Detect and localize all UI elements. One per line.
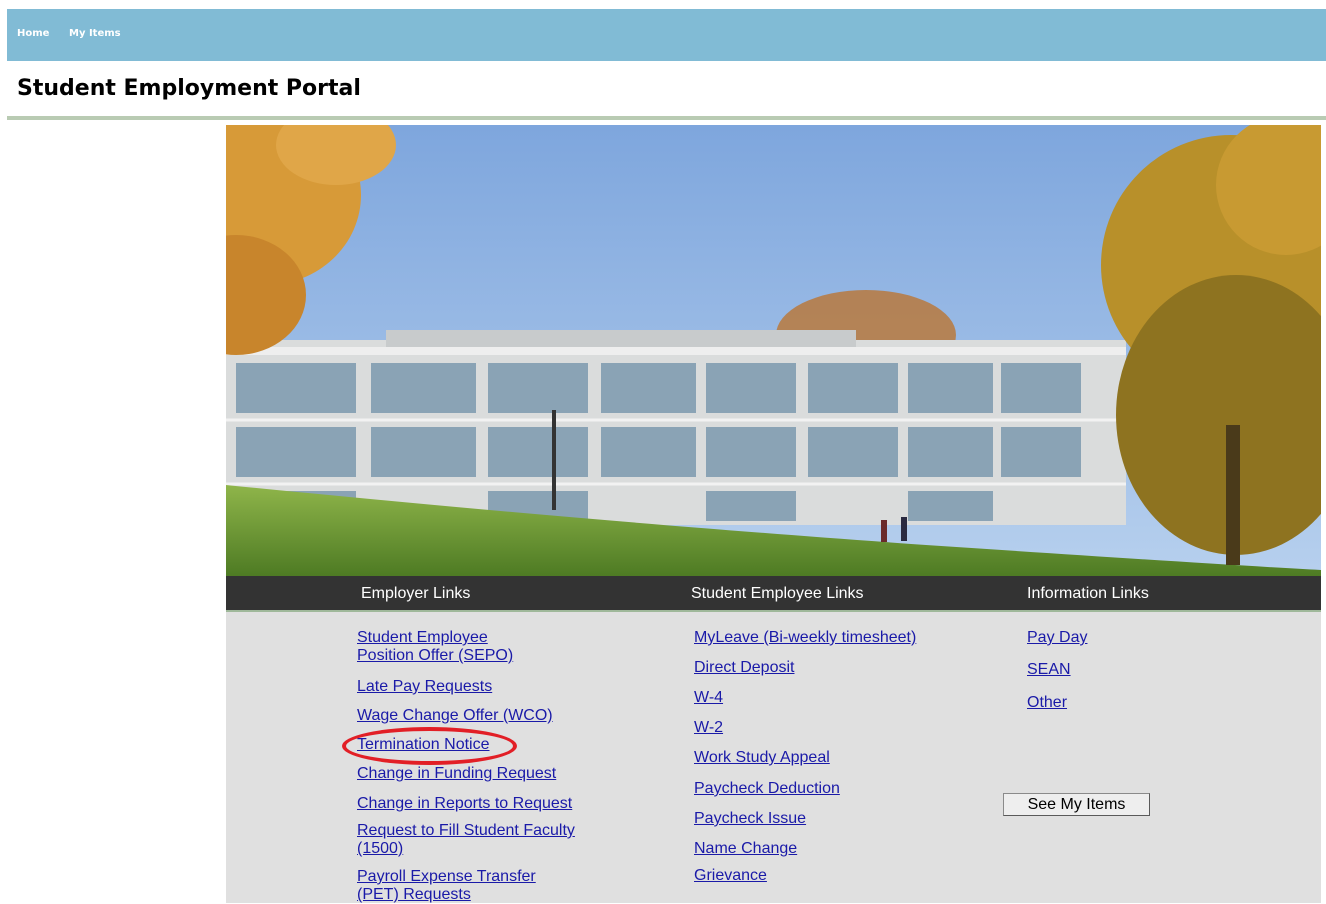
- late-pay-requests-link[interactable]: Late Pay Requests: [357, 678, 492, 696]
- myleave-timesheet-link[interactable]: MyLeave (Bi-weekly timesheet): [694, 629, 916, 647]
- employer-links-heading: Employer Links: [361, 585, 471, 602]
- other-link[interactable]: Other: [1027, 694, 1067, 712]
- w4-link[interactable]: W-4: [694, 689, 723, 707]
- nav-home-link[interactable]: Home: [17, 28, 49, 39]
- wage-change-offer-link[interactable]: Wage Change Offer (WCO): [357, 707, 553, 725]
- work-study-appeal-link[interactable]: Work Study Appeal: [694, 749, 830, 767]
- page-title: Student Employment Portal: [17, 76, 361, 101]
- sean-link[interactable]: SEAN: [1027, 661, 1071, 679]
- change-in-reports-to-request-link[interactable]: Change in Reports to Request: [357, 795, 572, 813]
- request-to-fill-student-faculty-link[interactable]: Request to Fill Student Faculty (1500): [357, 822, 575, 858]
- see-my-items-button[interactable]: See My Items: [1003, 793, 1150, 816]
- grievance-link[interactable]: Grievance: [694, 867, 767, 885]
- nav-my-items-link[interactable]: My Items: [69, 28, 121, 39]
- paycheck-deduction-link[interactable]: Paycheck Deduction: [694, 780, 840, 798]
- links-panel: Student Employee Position Offer (SEPO) La…: [226, 612, 1321, 903]
- title-divider: [7, 116, 1326, 120]
- student-employee-links-heading: Student Employee Links: [691, 585, 864, 602]
- name-change-link[interactable]: Name Change: [694, 840, 797, 858]
- change-in-funding-request-link[interactable]: Change in Funding Request: [357, 765, 556, 783]
- direct-deposit-link[interactable]: Direct Deposit: [694, 659, 794, 677]
- links-header-bar: Employer Links Student Employee Links In…: [226, 576, 1321, 612]
- pet-link-line2: (PET) Requests: [357, 886, 471, 903]
- pet-link-line1: Payroll Expense Transfer: [357, 868, 536, 885]
- termination-notice-link[interactable]: Termination Notice: [357, 736, 490, 754]
- w2-link[interactable]: W-2: [694, 719, 723, 737]
- request-to-fill-line2: (1500): [357, 840, 404, 857]
- top-nav-bar: Home My Items: [7, 9, 1326, 61]
- sepo-link-line1: Student Employee: [357, 629, 488, 646]
- sepo-link[interactable]: Student Employee Position Offer (SEPO): [357, 629, 513, 665]
- paycheck-issue-link[interactable]: Paycheck Issue: [694, 810, 806, 828]
- information-links-heading: Information Links: [1027, 585, 1149, 602]
- campus-photo-illustration: [226, 125, 1321, 577]
- pay-day-link[interactable]: Pay Day: [1027, 629, 1087, 647]
- request-to-fill-line1: Request to Fill Student Faculty: [357, 822, 575, 839]
- payroll-expense-transfer-link[interactable]: Payroll Expense Transfer (PET) Requests: [357, 868, 536, 904]
- hero-campus-image: [226, 125, 1321, 577]
- sepo-link-line2: Position Offer (SEPO): [357, 647, 514, 664]
